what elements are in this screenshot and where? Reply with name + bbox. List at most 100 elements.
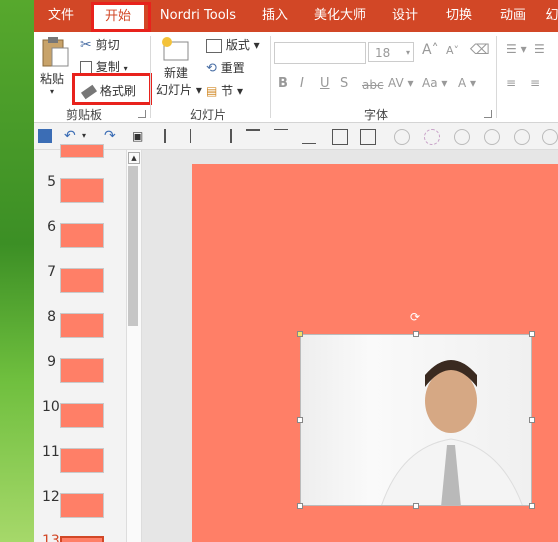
cut-label: 剪切 — [95, 38, 120, 52]
layout-button[interactable]: 版式 ▾ — [206, 36, 260, 53]
italic-button[interactable]: I — [300, 76, 304, 91]
new-slide-button[interactable]: 新建 幻灯片 ▾ — [156, 36, 202, 98]
copy-button[interactable]: 复制 ▾ — [80, 58, 128, 75]
tab-file[interactable]: 文件 — [34, 0, 88, 32]
rotate-handle-icon[interactable]: ⟳ — [410, 310, 420, 324]
align-center-button[interactable]: ≡ — [530, 76, 540, 90]
shape-subtract-icon[interactable] — [514, 129, 530, 145]
paste-label: 粘贴 — [40, 72, 65, 86]
tab-design[interactable]: 设计 — [382, 0, 428, 32]
numbering-button[interactable]: ☰ — [534, 42, 545, 56]
resize-handle[interactable] — [529, 331, 535, 337]
slide-number: 10 — [42, 399, 60, 415]
tab-slideshow[interactable]: 幻 — [542, 0, 558, 32]
separator — [150, 36, 151, 118]
picture-placeholder[interactable] — [300, 334, 532, 506]
change-case-button[interactable]: Aa ▾ — [422, 76, 447, 90]
align-center-objects-icon[interactable] — [190, 129, 205, 143]
undo-icon[interactable]: ↶ — [64, 129, 78, 143]
shrink-font-button[interactable]: A˅ — [446, 44, 459, 57]
new-slide-label: 新建 — [163, 66, 188, 80]
align-top-icon[interactable] — [246, 129, 260, 145]
paste-button[interactable]: 粘贴 ▾ — [40, 36, 74, 100]
ribbon: 粘贴 ▾ ✂ 剪切 复制 ▾ 格式刷 剪贴板 新建 幻灯片 ▾ 版式 ▾ ⟲ 重… — [34, 32, 558, 123]
chevron-down-icon: ▾ — [123, 64, 128, 73]
align-middle-icon[interactable] — [274, 129, 288, 144]
resize-handle[interactable] — [297, 331, 303, 337]
shape-union-icon[interactable] — [394, 129, 410, 145]
shape-intersect-icon[interactable] — [484, 129, 500, 145]
clear-format-icon[interactable]: ⌫ — [470, 42, 490, 58]
ribbon-tab-bar: 文件 开始 Nordri Tools 插入 美化大师 设计 切换 动画 幻 — [34, 0, 558, 32]
format-painter-button[interactable]: 格式刷 — [80, 82, 136, 99]
scroll-up-arrow-icon[interactable]: ▲ — [128, 152, 140, 164]
grow-font-button[interactable]: A˄ — [422, 42, 439, 58]
dialog-launcher-icon — [138, 110, 146, 118]
align-right-objects-icon[interactable] — [216, 129, 232, 143]
cut-button[interactable]: ✂ 剪切 — [80, 36, 120, 53]
font-size-combo[interactable]: 18 ▾ — [368, 42, 414, 62]
slide-thumbnail-4[interactable] — [60, 144, 104, 158]
font-size-value: 18 — [375, 46, 391, 60]
slide-thumbnail[interactable] — [60, 493, 104, 518]
slide-number: 6 — [47, 219, 56, 235]
slide-thumbnail-selected[interactable] — [60, 536, 104, 542]
bold-button[interactable]: B — [278, 76, 288, 91]
char-spacing-button[interactable]: AV ▾ — [388, 76, 414, 90]
group-label-slides: 幻灯片 — [190, 108, 227, 122]
slide-thumbnail[interactable] — [60, 223, 104, 248]
slide-thumbnail[interactable] — [60, 448, 104, 473]
font-name-combo[interactable] — [274, 42, 366, 64]
shape-fragment-icon[interactable] — [454, 129, 470, 145]
distribute-vertical-icon[interactable] — [332, 129, 348, 145]
underline-button[interactable]: U — [320, 76, 330, 91]
align-left-objects-icon[interactable] — [164, 129, 180, 143]
chevron-down-icon: ▾ — [49, 87, 54, 96]
slide-editing-area: ⟳ — [142, 150, 558, 542]
bullets-button[interactable]: ☰ ▾ — [506, 42, 527, 56]
shape-merge-icon[interactable] — [542, 129, 558, 145]
chevron-down-icon[interactable]: ▾ — [82, 129, 96, 143]
copy-icon — [80, 60, 92, 75]
reset-button[interactable]: ⟲ 重置 — [206, 59, 245, 76]
tab-transitions[interactable]: 切换 — [436, 0, 482, 32]
scroll-thumb[interactable] — [128, 166, 138, 326]
section-icon: ▤ — [206, 84, 218, 98]
slide-thumbnail[interactable] — [60, 268, 104, 293]
slide-number: 9 — [47, 354, 56, 370]
resize-handle[interactable] — [529, 503, 535, 509]
slide-thumbnail[interactable] — [60, 178, 104, 203]
section-label: 节 — [221, 84, 234, 98]
resize-handle[interactable] — [529, 417, 535, 423]
slide-thumbnail[interactable] — [60, 403, 104, 428]
reset-label: 重置 — [220, 61, 245, 75]
resize-handle[interactable] — [413, 331, 419, 337]
start-slideshow-icon[interactable]: ▣ — [132, 129, 146, 143]
slide-number: 8 — [47, 309, 56, 325]
redo-icon[interactable]: ↷ — [104, 129, 118, 143]
font-color-button[interactable]: A ▾ — [458, 76, 476, 90]
section-button[interactable]: ▤ 节 ▾ — [206, 82, 243, 99]
slide-thumbnail[interactable] — [60, 358, 104, 383]
shadow-button[interactable]: S — [340, 76, 348, 91]
new-slide-icon — [162, 37, 189, 61]
resize-handle[interactable] — [297, 503, 303, 509]
tab-animations[interactable]: 动画 — [490, 0, 536, 32]
shape-combine-icon[interactable] — [424, 129, 440, 145]
thumbnail-scrollbar[interactable]: ▲ — [126, 150, 142, 542]
slide-thumbnail[interactable] — [60, 313, 104, 338]
distribute-icon[interactable] — [302, 129, 316, 144]
resize-handle[interactable] — [297, 417, 303, 423]
resize-handle[interactable] — [413, 503, 419, 509]
save-icon[interactable] — [38, 129, 52, 143]
tab-beautify[interactable]: 美化大师 — [306, 0, 374, 32]
tab-home[interactable]: 开始 — [92, 4, 144, 32]
brush-icon — [80, 84, 98, 99]
current-slide[interactable]: ⟳ — [192, 164, 558, 542]
align-left-button[interactable]: ≡ — [506, 76, 516, 90]
slide-number: 12 — [42, 489, 60, 505]
tab-insert[interactable]: 插入 — [252, 0, 298, 32]
tab-nordri-tools[interactable]: Nordri Tools — [152, 0, 244, 32]
strikethrough-button[interactable]: abc — [362, 78, 384, 92]
group-icon[interactable] — [360, 129, 376, 145]
